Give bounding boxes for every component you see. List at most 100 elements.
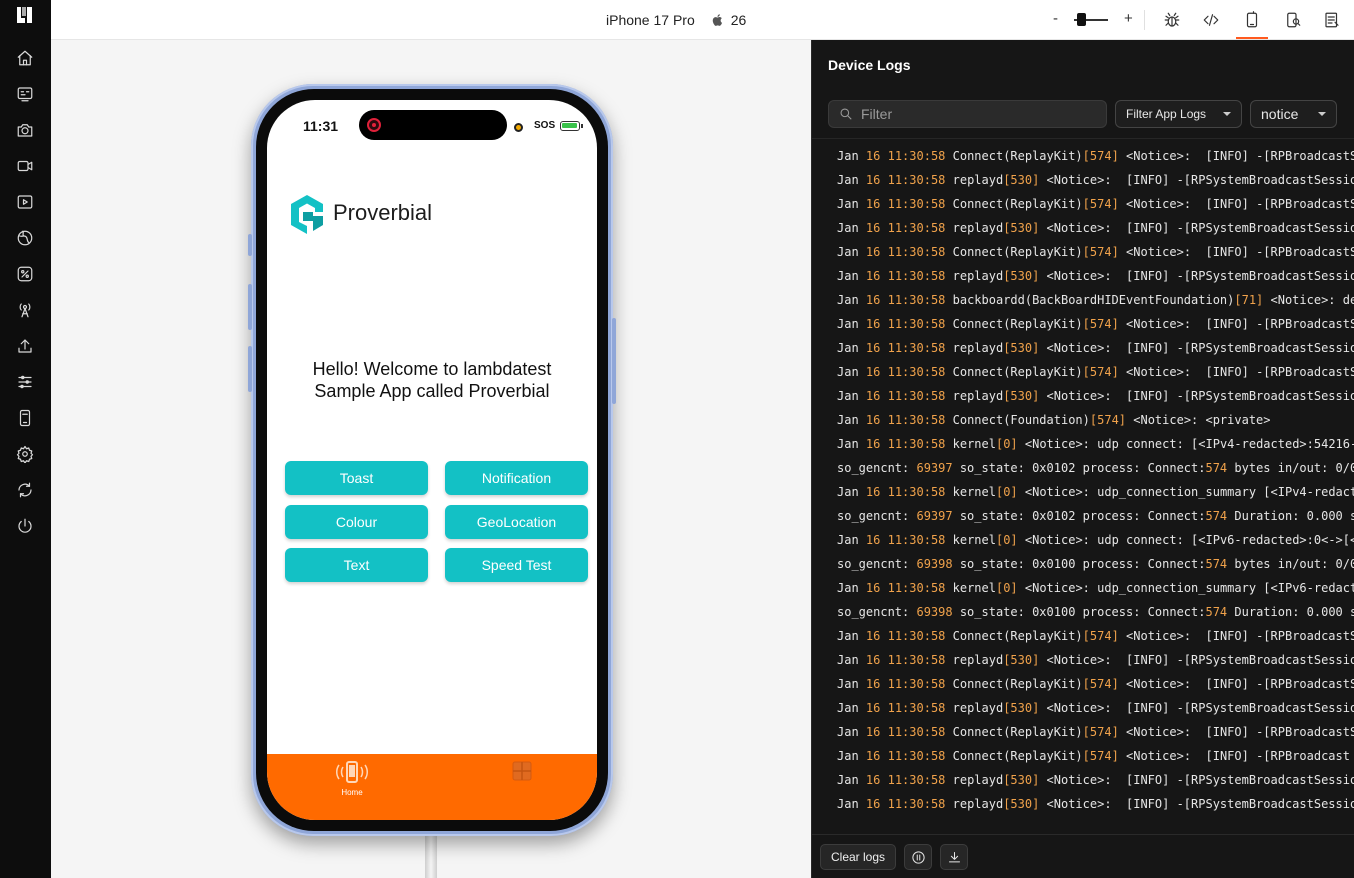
log-line: Jan 16 11:30:58 backboardd(BackBoardHIDE… <box>837 293 1354 307</box>
log-segment: <Notice>: udp connect: [<IPv4-redacted>:… <box>1017 437 1354 451</box>
filter-app-logs-dropdown[interactable]: Filter App Logs <box>1115 100 1242 128</box>
log-line: Jan 16 11:30:58 Connect(ReplayKit)[574] … <box>837 149 1354 163</box>
tab-home[interactable]: Home <box>322 760 382 797</box>
pause-logs-button[interactable] <box>904 844 932 870</box>
brand-logo-icon <box>17 7 32 23</box>
log-segment: replayd <box>945 341 1004 355</box>
log-segment: <Notice>: [INFO] -[RPBroadcastS <box>1118 149 1354 163</box>
filter-input[interactable] <box>861 106 1091 122</box>
bug-icon[interactable] <box>1161 9 1183 31</box>
home-icon[interactable] <box>14 47 36 69</box>
log-segment: <Notice>: [INFO] -[RPSystemBroadcastSess… <box>1039 389 1354 403</box>
log-segment: <Notice>: [INFO] -[RPSystemBroadcastSess… <box>1039 653 1354 667</box>
log-segment: [530] <box>1003 341 1040 355</box>
log-segment: Jan <box>837 437 866 451</box>
video-icon[interactable] <box>14 155 36 177</box>
log-segment: <Notice>: [INFO] -[RPSystemBroadcastSess… <box>1039 773 1354 787</box>
log-segment: so_state: 0x0100 process: Connect: <box>952 605 1206 619</box>
log-segment: 16 <box>865 797 881 811</box>
log-segment: <Notice>: [INFO] -[RPBroadcastS <box>1118 245 1354 259</box>
log-segment <box>880 485 887 499</box>
log-segment: 11:30:58 <box>887 797 946 811</box>
log-line: Jan 16 11:30:58 Connect(Foundation)[574]… <box>837 413 1271 427</box>
geolocation-button[interactable]: GeoLocation <box>445 505 588 539</box>
globe-icon[interactable] <box>14 227 36 249</box>
code-icon[interactable] <box>1200 9 1222 31</box>
power-icon[interactable] <box>14 515 36 537</box>
log-segment: so_state: 0x0102 process: Connect: <box>952 509 1206 523</box>
log-segment: 11:30:58 <box>887 749 946 763</box>
log-segment: replayd <box>945 797 1004 811</box>
apple-icon <box>712 14 722 26</box>
log-segment: 16 <box>865 293 881 307</box>
log-segment: replayd <box>945 221 1004 235</box>
sos-indicator: SOS <box>534 120 556 131</box>
action-button <box>248 234 252 256</box>
report-icon[interactable] <box>1321 9 1343 31</box>
toast-button[interactable]: Toast <box>285 461 428 495</box>
log-segment: <Notice>: [INFO] -[RPSystemBroadcastSess… <box>1039 173 1354 187</box>
chevron-down-icon <box>1318 112 1326 116</box>
log-segment: Jan <box>837 749 866 763</box>
device-settings-icon[interactable] <box>1282 9 1304 31</box>
log-segment: Jan <box>837 533 866 547</box>
log-segment: Connect(ReplayKit) <box>945 749 1083 763</box>
camera-icon[interactable] <box>14 119 36 141</box>
zoom-out-button[interactable]: - <box>1053 10 1058 27</box>
speed-test-button[interactable]: Speed Test <box>445 548 588 582</box>
log-line: Jan 16 11:30:58 replayd[530] <Notice>: [… <box>837 221 1354 235</box>
download-logs-button[interactable] <box>940 844 968 870</box>
download-icon <box>948 851 960 862</box>
zoom-in-button[interactable]: + <box>1124 10 1133 27</box>
log-segment: 11:30:58 <box>887 341 946 355</box>
notification-button[interactable]: Notification <box>445 461 588 495</box>
log-segment: Connect(ReplayKit) <box>945 677 1083 691</box>
log-segment: Jan <box>837 389 866 403</box>
colour-button[interactable]: Colour <box>285 505 428 539</box>
log-segment: backboardd(BackBoardHIDEventFoundation) <box>945 293 1235 307</box>
zoom-slider-handle[interactable] <box>1076 13 1086 26</box>
tab-secondary[interactable] <box>492 760 552 788</box>
log-segment: 69397 <box>916 509 953 523</box>
phone-screen[interactable]: 11:31 SOS Proverbial Hello! Welcome to l… <box>267 100 597 820</box>
log-segment: <Notice>: [INFO] -[RPSystemBroadcastSess… <box>1039 269 1354 283</box>
antenna-icon[interactable] <box>14 299 36 321</box>
log-list[interactable]: Jan 16 11:30:58 Connect(ReplayKit)[574] … <box>812 138 1354 834</box>
device-name: iPhone 17 Pro <box>606 12 695 28</box>
log-segment: 11:30:58 <box>887 533 946 547</box>
log-segment <box>880 653 887 667</box>
device-icon[interactable] <box>14 407 36 429</box>
log-segment: 16 <box>865 341 881 355</box>
top-toolbar: iPhone 17 Pro 26 - + <box>51 0 1354 40</box>
log-segment: Jan <box>837 197 866 211</box>
device-logs-icon[interactable] <box>1241 9 1263 31</box>
log-segment: 11:30:58 <box>887 581 946 595</box>
sync-icon[interactable] <box>14 479 36 501</box>
log-line: Jan 16 11:30:58 replayd[530] <Notice>: [… <box>837 269 1354 283</box>
log-segment: <Notice>: [INFO] -[RPBroadcastS <box>1118 317 1354 331</box>
log-segment: 16 <box>865 677 881 691</box>
settings-icon[interactable] <box>14 443 36 465</box>
app-icon[interactable] <box>14 83 36 105</box>
log-level-label: notice <box>1261 106 1299 122</box>
playback-icon[interactable] <box>14 191 36 213</box>
text-button[interactable]: Text <box>285 548 428 582</box>
log-line: Jan 16 11:30:58 Connect(ReplayKit)[574] … <box>837 317 1354 331</box>
upload-icon[interactable] <box>14 335 36 357</box>
log-segment: 11:30:58 <box>887 173 946 187</box>
log-segment: [530] <box>1003 221 1040 235</box>
search-icon <box>840 108 852 120</box>
log-line: so_gencnt: 69397 so_state: 0x0102 proces… <box>837 509 1354 523</box>
log-segment: 11:30:58 <box>887 197 946 211</box>
log-segment: [530] <box>1003 389 1040 403</box>
log-segment: kernel <box>945 533 996 547</box>
clear-logs-button[interactable]: Clear logs <box>820 844 896 870</box>
sliders-icon[interactable] <box>14 371 36 393</box>
log-level-dropdown[interactable]: notice <box>1250 100 1337 128</box>
log-segment: bytes in/out: 0/0 <box>1227 461 1354 475</box>
log-segment: so_gencnt: <box>837 557 917 571</box>
percent-icon[interactable] <box>14 263 36 285</box>
log-line: Jan 16 11:30:58 Connect(ReplayKit)[574] … <box>837 245 1354 259</box>
log-segment: 16 <box>865 149 881 163</box>
filter-field[interactable] <box>828 100 1107 128</box>
